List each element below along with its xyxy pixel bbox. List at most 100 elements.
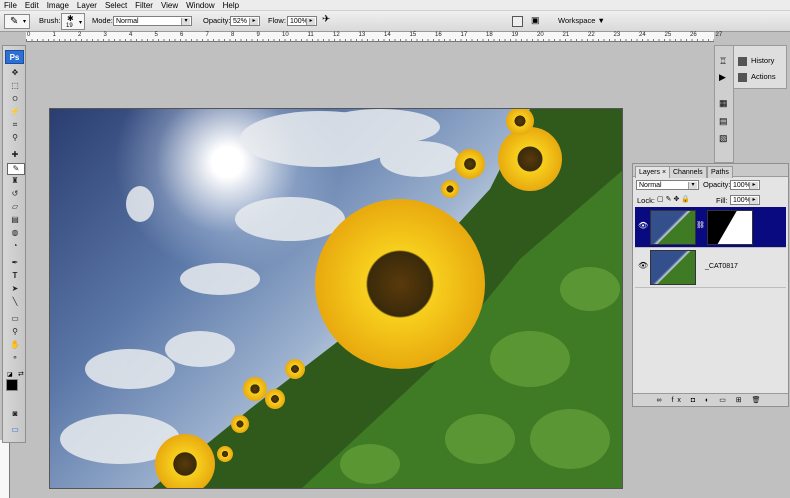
foreground-color-swatch[interactable] [6,379,18,391]
brush-icon: ✎ [10,16,19,27]
opacity-field[interactable]: 52% ▸ [230,16,260,26]
ruler-mark: 14 [384,32,391,38]
actions-item[interactable]: Actions [736,70,786,84]
brush-picker[interactable]: ✱ 19 ▾ [61,13,85,30]
tab-layers[interactable]: Layers × [635,166,671,178]
palette-well-icon[interactable] [512,16,523,27]
navigator-icon[interactable]: ▦ [719,98,728,109]
lasso-tool-icon[interactable]: ଠ [7,94,23,104]
blur-tool-icon[interactable]: ◍ [7,228,23,238]
chevron-down-icon: ▾ [23,19,27,25]
layer-row-cat0817[interactable]: 👁 _CAT0817 [635,247,786,288]
photo-sunflowers [60,109,622,488]
menu-edit[interactable]: Edit [21,0,43,11]
blend-mode-dropdown[interactable]: Normal ▾ [636,180,699,190]
fill-label: Fill: [716,196,728,205]
chevron-down-icon: ▾ [181,18,190,25]
chevron-right-icon: ▸ [749,197,758,204]
opacity-value: 52% [233,18,248,25]
eyedropper-2-icon[interactable]: ⚲ [7,327,23,337]
lock-icons[interactable]: ▢✎✥🔒 [657,195,692,203]
layer-thumbnail [650,250,696,285]
brush-label: Brush: [39,16,61,25]
eraser-tool-icon[interactable]: ▱ [7,202,23,212]
ruler-mark: 9 [256,32,260,38]
ruler-mark: 24 [639,32,646,38]
ruler-mark: 4 [129,32,133,38]
mode-label: Mode: [92,16,113,25]
history-item[interactable]: History [736,54,786,68]
zoom-tool-icon[interactable]: ⚬ [7,353,23,363]
layer-thumbnail [650,210,696,245]
menu-view[interactable]: View [157,0,182,11]
horizontal-ruler: 0 1 2 3 4 5 6 7 8 9 10 11 12 13 14 15 16 17 18 19 20 21 22 23 24… [26,32,722,42]
layer-row-masked[interactable]: 👁 ⛓ [635,207,786,248]
layers-footer-icons[interactable]: ∞ fx ◘ ◐ ▭ ⊞ 🗑 [633,393,788,406]
marquee-tool-icon[interactable]: ⬚ [7,81,23,91]
info-icon[interactable]: ▤ [719,116,728,127]
history-icon[interactable]: ♖ [719,56,727,67]
fill-field[interactable]: 100% ▸ [730,195,760,205]
chevron-down-icon: ▾ [688,182,697,189]
magic-wand-tool-icon[interactable]: ⚡ [7,107,23,117]
layer-mask-thumbnail [707,210,753,245]
brush-size-value: 19 [66,23,73,29]
ruler-mark: 1 [52,32,56,38]
dodge-tool-icon[interactable]: ◔ [7,241,23,251]
layer-opacity-field[interactable]: 100% ▸ [730,180,760,190]
tab-paths[interactable]: Paths [707,166,733,178]
crop-tool-icon[interactable]: ⌗ [7,120,23,130]
move-tool-icon[interactable]: ✥ [7,68,23,78]
menu-file[interactable]: File [0,0,21,11]
chevron-right-icon: ▸ [749,182,758,189]
options-bar: ✎ ▾ Brush: ✱ 19 ▾ Mode: Normal ▾ Opacity… [0,11,790,32]
ruler-mark: 26 [690,32,697,38]
workspace-menu[interactable]: Workspace ▼ [558,16,605,26]
stamp-tool-icon[interactable]: ♜ [7,176,23,186]
tab-channels[interactable]: Channels [669,166,707,178]
ruler-mark: 11 [307,32,314,38]
quick-mask-icon[interactable]: ◙ [7,409,23,419]
actions-icon[interactable]: ▶ [719,72,726,83]
flow-field[interactable]: 100% ▸ [287,16,317,26]
dock-icon-column: ♖ ▶ ▦ ▤ ▧ [714,45,734,163]
shape-tool-icon[interactable]: ╲ [7,297,23,307]
history-icon [738,56,747,66]
ruler-mark: 20 [537,32,544,38]
menu-image[interactable]: Image [43,0,73,11]
history-label: History [751,56,775,65]
pen-tool-icon[interactable]: ✒ [7,258,23,268]
mode-dropdown[interactable]: Normal ▾ [113,16,192,26]
history-brush-tool-icon[interactable]: ↺ [7,189,23,199]
gradient-tool-icon[interactable]: ▤ [7,215,23,225]
menu-window[interactable]: Window [182,0,218,11]
healing-tool-icon[interactable]: ✚ [7,150,23,160]
eye-icon[interactable]: 👁 [638,221,648,230]
layer-opacity-label: Opacity: [703,180,731,189]
brushes-icon[interactable]: ▧ [719,133,728,144]
eye-icon[interactable]: 👁 [638,261,648,270]
tool-preset-picker[interactable]: ✎ ▾ [4,14,30,29]
notes-tool-icon[interactable]: ▭ [7,314,23,324]
airbrush-icon[interactable]: ✈ [322,14,336,28]
ruler-mark: 19 [511,32,519,38]
swap-colors-icon[interactable]: ⇄ [18,370,24,378]
app-badge[interactable]: Ps [5,50,24,64]
ruler-mark: 27 [715,32,723,38]
ruler-mark: 7 [205,32,209,38]
document-canvas[interactable] [49,108,623,489]
hand-tool-icon[interactable]: ✋ [7,340,23,350]
eyedropper-tool-icon[interactable]: ⚲ [7,133,23,143]
path-select-tool-icon[interactable]: ➤ [7,284,23,294]
menu-layer[interactable]: Layer [73,0,101,11]
brush-tool-icon[interactable]: ✎ [7,163,25,175]
bridge-icon[interactable]: ▣ [531,15,547,27]
menu-filter[interactable]: Filter [131,0,157,11]
default-colors-icon[interactable]: ◪ [7,371,13,378]
menu-help[interactable]: Help [219,0,243,11]
menu-select[interactable]: Select [101,0,131,11]
lock-label: Lock: [637,196,655,205]
type-tool-icon[interactable]: T [7,271,23,281]
link-icon: ⛓ [696,222,705,229]
screen-mode-icon[interactable]: ▭ [7,425,23,435]
